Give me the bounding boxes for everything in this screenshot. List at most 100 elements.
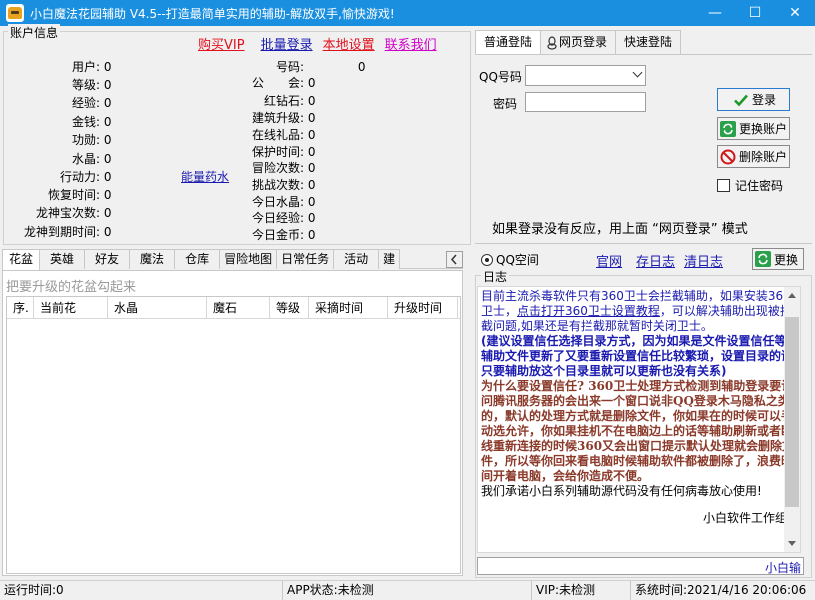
today-exp-label: 今日经验: xyxy=(251,211,304,225)
col-level[interactable]: 等级 xyxy=(270,297,309,318)
app-status: APP状态:未检测 xyxy=(283,581,532,600)
batch-login-link[interactable]: 批量登录 xyxy=(261,34,313,53)
log-input-text: 小白输 xyxy=(764,561,801,575)
maximize-icon: ☐ xyxy=(748,5,762,21)
password-input[interactable] xyxy=(525,92,646,112)
radio-button[interactable] xyxy=(481,253,493,266)
today-crystal-label: 今日水晶: xyxy=(251,195,304,209)
flowerpot-table: 序. 当前花 水晶 魔石 等级 采摘时间 升级时间 xyxy=(6,296,461,574)
local-settings-link[interactable]: 本地设置 xyxy=(323,34,375,53)
refresh-button[interactable]: 更换 xyxy=(752,248,804,270)
delete-account-button[interactable]: 删除账户 xyxy=(717,145,790,168)
tab-web-login-label: 网页登录 xyxy=(559,35,608,49)
minimize-icon: — xyxy=(708,5,722,21)
minimize-button[interactable]: — xyxy=(695,0,735,26)
scroll-thumb[interactable] xyxy=(785,317,799,507)
tab-adventure-map[interactable]: 冒险地图 xyxy=(219,249,278,269)
tab-friends[interactable]: 好友 xyxy=(84,249,131,269)
guild-value: 0 xyxy=(307,76,316,90)
tab-warehouse[interactable]: 仓库 xyxy=(174,249,221,269)
building-upgrade-value: 0 xyxy=(307,111,316,125)
tutorial-link[interactable]: 点击打开360卫士设置教程 xyxy=(517,304,660,318)
divider xyxy=(475,243,812,244)
clear-log-link[interactable]: 清日志 xyxy=(684,251,723,270)
recover-time-label: 恢复时间: xyxy=(47,188,100,202)
qq-space-label: QQ空间 xyxy=(496,253,539,267)
dragon-count-value: 0 xyxy=(103,206,112,220)
log-entry: (建议设置信任选择目录方式，因为如果是文件设置信任等辅助文件更新了又要重新设置信… xyxy=(481,334,794,378)
feature-tabs: 花盆 英雄 好友 魔法 仓库 冒险地图 日常任务 活动 建 xyxy=(2,249,463,270)
official-site-link[interactable]: 官网 xyxy=(596,251,622,270)
action-power-label: 行动力: xyxy=(59,170,100,184)
qq-number-combobox[interactable] xyxy=(525,65,646,86)
tab-hero[interactable]: 英雄 xyxy=(39,249,86,269)
today-gold-value: 0 xyxy=(307,228,316,242)
window-title: 小白魔法花园辅助 V4.5--打造最简单实用的辅助-解放双手,愉快游戏! xyxy=(30,6,395,21)
col-upgrade-time[interactable]: 升级时间 xyxy=(388,297,458,318)
qq-space-radio[interactable]: QQ空间 xyxy=(481,251,539,268)
checkmark-icon xyxy=(734,94,748,106)
tab-events[interactable]: 活动 xyxy=(333,249,380,269)
login-button-label: 登录 xyxy=(751,93,776,107)
login-button[interactable]: 登录 xyxy=(717,88,790,111)
title-bar: 小白魔法花园辅助 V4.5--打造最简单实用的辅助-解放双手,愉快游戏! — ☐… xyxy=(0,0,815,26)
tab-flowerpot[interactable]: 花盆 xyxy=(2,249,41,270)
crystal-value: 0 xyxy=(103,152,112,166)
tab-magic[interactable]: 魔法 xyxy=(129,249,176,269)
login-tabs: 普通登陆 网页登录 快速登陆 xyxy=(475,30,682,54)
exp-label: 经验: xyxy=(71,96,100,110)
login-hint-text: 如果登录没有反应，用上面 “网页登录” 模式 xyxy=(492,222,748,237)
energy-potion-link[interactable]: 能量药水 xyxy=(181,168,229,185)
save-log-link[interactable]: 存日志 xyxy=(636,251,675,270)
remember-password-checkbox[interactable]: 记住密码 xyxy=(717,177,783,194)
buy-vip-link[interactable]: 购买VIP xyxy=(198,34,245,53)
chevron-left-icon[interactable] xyxy=(446,251,463,268)
adventure-count-label: 冒险次数: xyxy=(251,161,304,175)
merit-label: 功勋: xyxy=(71,133,100,147)
log-textarea[interactable]: 目前主流杀毒软件只有360卫士会拦截辅助，如果安装360卫士，点击打开360卫士… xyxy=(477,286,801,553)
scroll-up-icon[interactable] xyxy=(788,293,796,298)
log-input[interactable]: 小白输 xyxy=(477,557,804,575)
col-current-flower[interactable]: 当前花 xyxy=(34,297,108,318)
scroll-down-icon[interactable] xyxy=(788,541,796,546)
tab-normal-login[interactable]: 普通登陆 xyxy=(475,30,542,54)
checkbox-box[interactable] xyxy=(717,179,730,192)
forbidden-icon xyxy=(720,149,736,164)
col-magic-stone[interactable]: 魔石 xyxy=(207,297,270,318)
tab-daily-tasks[interactable]: 日常任务 xyxy=(276,249,335,269)
qq-penguin-icon xyxy=(547,35,557,50)
tab-building[interactable]: 建 xyxy=(378,249,401,269)
contact-us-link[interactable]: 联系我们 xyxy=(385,34,437,53)
action-power-value: 0 xyxy=(103,170,112,184)
password-field-label: 密码 xyxy=(493,97,518,111)
red-diamond-value: 0 xyxy=(307,94,316,108)
crystal-label: 水晶: xyxy=(71,152,100,166)
status-bar: 运行时间:0 APP状态:未检测 VIP:未检测 系统时间:2021/4/16 … xyxy=(0,580,815,600)
close-button[interactable]: ✕ xyxy=(775,0,815,26)
protect-time-label: 保护时间: xyxy=(251,145,304,159)
merit-value: 0 xyxy=(103,133,112,147)
tab-web-login[interactable]: 网页登录 xyxy=(540,30,617,54)
refresh-label: 更换 xyxy=(774,252,799,267)
col-index[interactable]: 序. xyxy=(7,297,34,318)
log-entry: 小白软件工作组 xyxy=(702,511,787,525)
runtime-status: 运行时间:0 xyxy=(0,581,283,600)
log-entry: 为什么要设置信任? 360卫士处理方式检测到辅助登录要访问腾讯服务器的会出来一个… xyxy=(481,379,795,483)
tab-quick-login[interactable]: 快速登陆 xyxy=(615,30,682,54)
building-upgrade-label: 建筑升级: xyxy=(251,111,304,125)
flowerpot-hint: 把要升级的花盆勾起来 xyxy=(6,280,137,295)
col-pick-time[interactable]: 采摘时间 xyxy=(309,297,388,318)
switch-account-button[interactable]: 更换账户 xyxy=(717,117,790,140)
log-caption: 日志 xyxy=(481,268,510,285)
close-icon: ✕ xyxy=(789,5,801,21)
challenge-count-label: 挑战次数: xyxy=(251,178,304,192)
col-crystal[interactable]: 水晶 xyxy=(108,297,207,318)
money-value: 0 xyxy=(103,115,112,129)
today-crystal-value: 0 xyxy=(307,195,316,209)
maximize-button[interactable]: ☐ xyxy=(735,0,775,26)
tab-scroll-buttons[interactable] xyxy=(446,251,463,268)
log-scrollbar[interactable] xyxy=(784,287,800,552)
switch-account-label: 更换账户 xyxy=(739,122,788,136)
qq-number-label: 号码: xyxy=(275,60,304,74)
app-icon xyxy=(6,4,24,22)
